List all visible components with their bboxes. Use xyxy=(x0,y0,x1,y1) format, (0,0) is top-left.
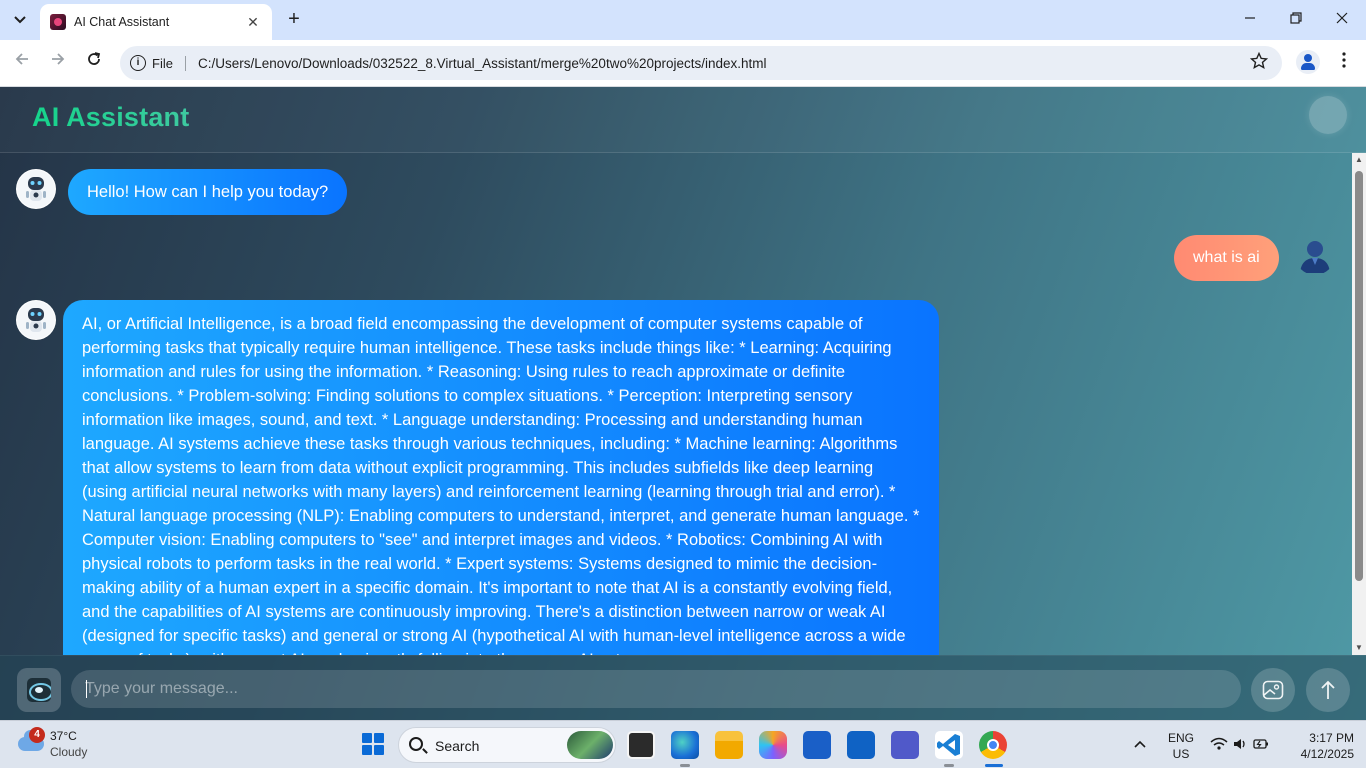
scroll-thumb[interactable] xyxy=(1355,171,1363,581)
chrome-icon[interactable] xyxy=(979,731,1007,759)
scroll-up-arrow-icon[interactable]: ▲ xyxy=(1352,153,1366,167)
microsoft-store-icon[interactable] xyxy=(803,731,831,759)
app-title: AI Assistant xyxy=(32,102,190,132)
reload-icon[interactable] xyxy=(81,50,107,76)
system-tray-icons[interactable] xyxy=(1210,736,1270,755)
region-code: US xyxy=(1172,747,1190,761)
windows-taskbar: 4 37°C Cloudy Search ENG US 3:17 PM 4/12… xyxy=(0,720,1366,768)
volume-icon xyxy=(1234,739,1245,749)
new-tab-button[interactable]: + xyxy=(282,8,306,32)
arrow-up-icon xyxy=(1321,680,1335,699)
system-clock[interactable]: 3:17 PM 4/12/2025 xyxy=(1284,730,1354,762)
header-status-circle[interactable] xyxy=(1309,96,1347,134)
address-bar[interactable]: i File C:/Users/Lenovo/Downloads/032522_… xyxy=(120,46,1282,80)
weather-temp: 37°C xyxy=(50,729,77,743)
tab-close-icon[interactable]: ✕ xyxy=(244,14,262,31)
app-running-indicator xyxy=(680,764,690,767)
url-text[interactable]: C:/Users/Lenovo/Downloads/032522_8.Virtu… xyxy=(198,56,767,71)
message-input[interactable] xyxy=(71,670,1241,708)
minimize-icon[interactable] xyxy=(1238,8,1262,32)
input-language[interactable]: ENG US xyxy=(1166,730,1196,762)
browser-toolbar: i File C:/Users/Lenovo/Downloads/032522_… xyxy=(0,40,1366,87)
battery-icon xyxy=(1253,739,1268,749)
back-arrow-icon[interactable] xyxy=(9,50,35,76)
taskbar-search[interactable]: Search xyxy=(398,727,616,763)
attach-image-button[interactable] xyxy=(1251,668,1295,712)
start-windows-icon[interactable] xyxy=(362,733,384,755)
chat-app: AI Assistant Hello! How can I help you t… xyxy=(0,87,1366,720)
image-icon xyxy=(1262,680,1284,700)
search-label: Search xyxy=(435,738,480,754)
bookmark-star-icon[interactable] xyxy=(1249,51,1269,75)
wifi-icon xyxy=(1210,737,1228,750)
bot-avatar xyxy=(16,169,56,209)
outlook-icon[interactable] xyxy=(847,731,875,759)
app-active-indicator xyxy=(985,764,1003,767)
scroll-down-arrow-icon[interactable]: ▼ xyxy=(1352,641,1366,655)
clock-time: 3:17 PM xyxy=(1309,731,1354,745)
edge-browser-icon[interactable] xyxy=(671,731,699,759)
kebab-menu-icon[interactable] xyxy=(1334,52,1354,74)
bot-avatar xyxy=(16,300,56,340)
chat-messages[interactable]: Hello! How can I help you today? what is… xyxy=(0,153,1352,655)
send-button[interactable] xyxy=(1306,668,1350,712)
app-header: AI Assistant xyxy=(0,87,1366,153)
browser-tab-strip: AI Chat Assistant ✕ + xyxy=(0,0,1366,40)
task-view-icon[interactable] xyxy=(627,731,655,759)
bot-message: Hello! How can I help you today? xyxy=(68,169,348,215)
user-avatar xyxy=(1295,235,1335,275)
profile-icon[interactable] xyxy=(1296,50,1320,74)
tab-list-chevron-icon[interactable] xyxy=(8,8,32,32)
search-icon xyxy=(409,737,423,751)
notification-badge: 4 xyxy=(29,727,45,743)
chat-scrollbar[interactable]: ▲ ▼ xyxy=(1352,153,1366,655)
user-message: what is ai xyxy=(1174,235,1279,281)
copilot-icon[interactable] xyxy=(759,731,787,759)
tray-overflow-chevron-icon[interactable] xyxy=(1134,735,1146,751)
language-code: ENG xyxy=(1167,731,1194,745)
tab-title: AI Chat Assistant xyxy=(74,15,170,29)
file-scheme-label: File xyxy=(152,55,186,71)
weather-widget[interactable]: 4 37°C Cloudy xyxy=(16,727,126,763)
orb-icon xyxy=(27,678,51,702)
browser-tab-active[interactable]: AI Chat Assistant ✕ xyxy=(40,4,272,40)
bot-message: AI, or Artificial Intelligence, is a bro… xyxy=(63,300,939,655)
app-running-indicator xyxy=(944,764,954,767)
vscode-icon[interactable] xyxy=(935,731,963,759)
weather-condition: Cloudy xyxy=(50,745,88,759)
text-caret xyxy=(86,680,87,698)
clock-date: 4/12/2025 xyxy=(1300,747,1354,761)
window-close-icon[interactable] xyxy=(1330,8,1354,32)
search-highlight-image xyxy=(567,731,613,759)
message-input-bar xyxy=(0,655,1366,720)
forward-arrow-icon[interactable] xyxy=(45,50,71,76)
site-info-icon[interactable]: i xyxy=(130,55,146,71)
file-explorer-icon[interactable] xyxy=(715,731,743,759)
restore-icon[interactable] xyxy=(1284,8,1308,32)
voice-orb-button[interactable] xyxy=(17,668,61,712)
favicon-icon xyxy=(50,14,66,30)
teams-icon[interactable] xyxy=(891,731,919,759)
